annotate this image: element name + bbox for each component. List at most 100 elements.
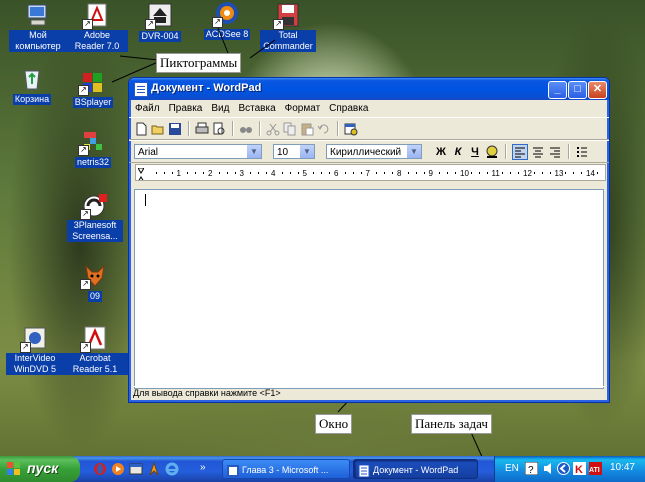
cut-icon[interactable] <box>266 122 280 136</box>
wordpad-window[interactable]: Документ - WordPad _ □ ✕ Файл Правка Вид… <box>128 77 610 403</box>
ruler-tick-label: 14 <box>586 169 595 178</box>
bold-button[interactable]: Ж <box>434 145 448 159</box>
ruler-minor-tick <box>329 172 331 174</box>
insert-datetime-icon[interactable] <box>344 122 358 136</box>
help-icon[interactable]: ? <box>524 461 539 476</box>
svg-text:K: K <box>575 464 583 475</box>
media-player-icon[interactable] <box>111 462 125 476</box>
quick-launch-chevron-icon[interactable]: » <box>200 462 206 473</box>
kaspersky-icon[interactable]: K <box>573 462 586 476</box>
shortcut-arrow-icon: ↗ <box>80 209 91 220</box>
adobe-reader-icon: ↗ <box>82 2 110 30</box>
align-center-icon[interactable] <box>531 145 545 159</box>
shortcut-arrow-icon: ↗ <box>80 342 91 353</box>
font-color-icon[interactable] <box>485 145 499 159</box>
ruler[interactable]: 123456789101112131415 <box>135 164 606 181</box>
desktop-icon-acdsee[interactable]: ↗ ACDSee 8 <box>192 0 262 40</box>
window-title-bar[interactable]: Документ - WordPad _ □ ✕ <box>129 78 609 100</box>
align-right-icon[interactable] <box>548 145 562 159</box>
underline-button[interactable]: Ч <box>468 145 482 159</box>
language-indicator[interactable]: EN <box>505 463 519 474</box>
ruler-minor-tick <box>250 172 252 174</box>
windvd-icon: ↗ <box>20 325 48 353</box>
desktop-icon-total-commander[interactable]: ↗ Total Commander <box>253 2 323 52</box>
speaker-icon[interactable] <box>543 462 556 475</box>
ruler-minor-tick <box>360 172 362 174</box>
windows-logo-icon <box>7 462 21 476</box>
chevron-down-icon[interactable]: ▼ <box>246 145 261 158</box>
ruler-minor-tick <box>455 172 457 174</box>
task-button-word[interactable]: Глава 3 - Microsoft ... <box>222 459 350 479</box>
italic-button[interactable]: К <box>451 145 465 159</box>
ati-icon[interactable]: ATI <box>589 462 602 475</box>
ruler-minor-tick <box>549 172 551 174</box>
start-button[interactable]: пуск <box>0 456 80 482</box>
new-document-icon[interactable] <box>134 122 148 136</box>
save-icon[interactable] <box>168 122 182 136</box>
ruler-minor-tick <box>163 172 165 174</box>
toolbar-separator <box>505 144 506 159</box>
menu-insert[interactable]: Вставка <box>238 103 275 114</box>
undo-icon[interactable] <box>317 122 331 136</box>
close-button[interactable]: ✕ <box>588 81 607 99</box>
shortcut-arrow-icon: ↗ <box>145 19 156 30</box>
desktop-icon-fox[interactable]: ↗ 09 <box>60 262 130 302</box>
font-name-select[interactable]: Arial ▼ <box>134 144 262 159</box>
word-document-icon <box>227 464 239 477</box>
task-button-wordpad[interactable]: Документ - WordPad <box>353 459 478 479</box>
menu-format[interactable]: Формат <box>285 103 321 114</box>
desktop-icon-dvr[interactable]: ↗ DVR-004 <box>125 2 195 42</box>
menu-edit[interactable]: Правка <box>169 103 203 114</box>
desktop-icon-netris[interactable]: ↗ netris32 <box>58 128 128 168</box>
ruler-minor-tick <box>439 172 441 174</box>
desktop-icon-adobe-reader[interactable]: ↗ Adobe Reader 7.0 <box>62 2 132 52</box>
ruler-minor-tick <box>266 172 268 174</box>
align-left-icon[interactable] <box>512 143 528 160</box>
format-toolbar: Arial ▼ 10 ▼ Кириллический ▼ Ж К Ч <box>129 140 609 163</box>
copy-icon[interactable] <box>283 122 297 136</box>
minimize-button[interactable]: _ <box>548 81 567 99</box>
menu-view[interactable]: Вид <box>211 103 229 114</box>
clock: 10:47 <box>609 462 635 473</box>
document-area[interactable] <box>134 189 604 389</box>
opera-icon[interactable] <box>93 462 107 476</box>
ruler-minor-tick <box>376 172 378 174</box>
print-icon[interactable] <box>195 122 209 136</box>
chevron-down-icon[interactable]: ▼ <box>406 145 421 158</box>
ruler-minor-tick <box>565 172 567 174</box>
bullets-icon[interactable] <box>575 145 589 159</box>
desktop-icon-label: Мой компьютер <box>9 30 67 52</box>
winamp-icon[interactable] <box>147 461 161 476</box>
ruler-minor-tick <box>502 172 504 174</box>
tray-expand-chevron-icon[interactable] <box>557 462 570 475</box>
task-button-label: Документ - WordPad <box>373 465 459 475</box>
ruler-tick-label: 12 <box>523 169 532 178</box>
screensaver-icon: ↗ <box>80 192 108 220</box>
find-icon[interactable] <box>239 122 253 136</box>
desktop-icon-label: BSplayer <box>72 97 114 108</box>
chevron-down-icon[interactable]: ▼ <box>299 145 314 158</box>
script-select[interactable]: Кириллический ▼ <box>326 144 422 159</box>
maximize-button[interactable]: □ <box>568 81 587 99</box>
ruler-minor-tick <box>171 172 173 174</box>
desktop-icon-acrobat[interactable]: ↗ Acrobat Reader 5.1 <box>60 325 130 375</box>
wordpad-document-icon <box>358 464 370 478</box>
desktop-icon-recycle-bin[interactable]: Корзина <box>0 65 67 105</box>
ruler-tick-label: 3 <box>239 169 244 178</box>
ruler-minor-tick <box>415 172 417 174</box>
open-folder-icon[interactable] <box>151 122 165 136</box>
first-line-indent-marker[interactable] <box>137 165 145 174</box>
paste-icon[interactable] <box>300 122 314 136</box>
font-size-select[interactable]: 10 ▼ <box>273 144 315 159</box>
toolbar-separator <box>188 121 189 136</box>
internet-explorer-icon[interactable] <box>165 462 179 476</box>
show-desktop-icon[interactable] <box>129 462 143 476</box>
desktop-icon-screensaver[interactable]: ↗ 3Planesoft Screensa... <box>60 192 130 242</box>
menu-help[interactable]: Справка <box>329 103 368 114</box>
menu-file[interactable]: Файл <box>135 103 160 114</box>
left-indent-marker[interactable] <box>138 173 144 180</box>
print-preview-icon[interactable] <box>212 122 226 136</box>
desktop-icon-bsplayer[interactable]: ↗ BSplayer <box>58 68 128 108</box>
recycle-bin-icon <box>19 65 45 91</box>
ruler-minor-tick <box>470 172 472 174</box>
